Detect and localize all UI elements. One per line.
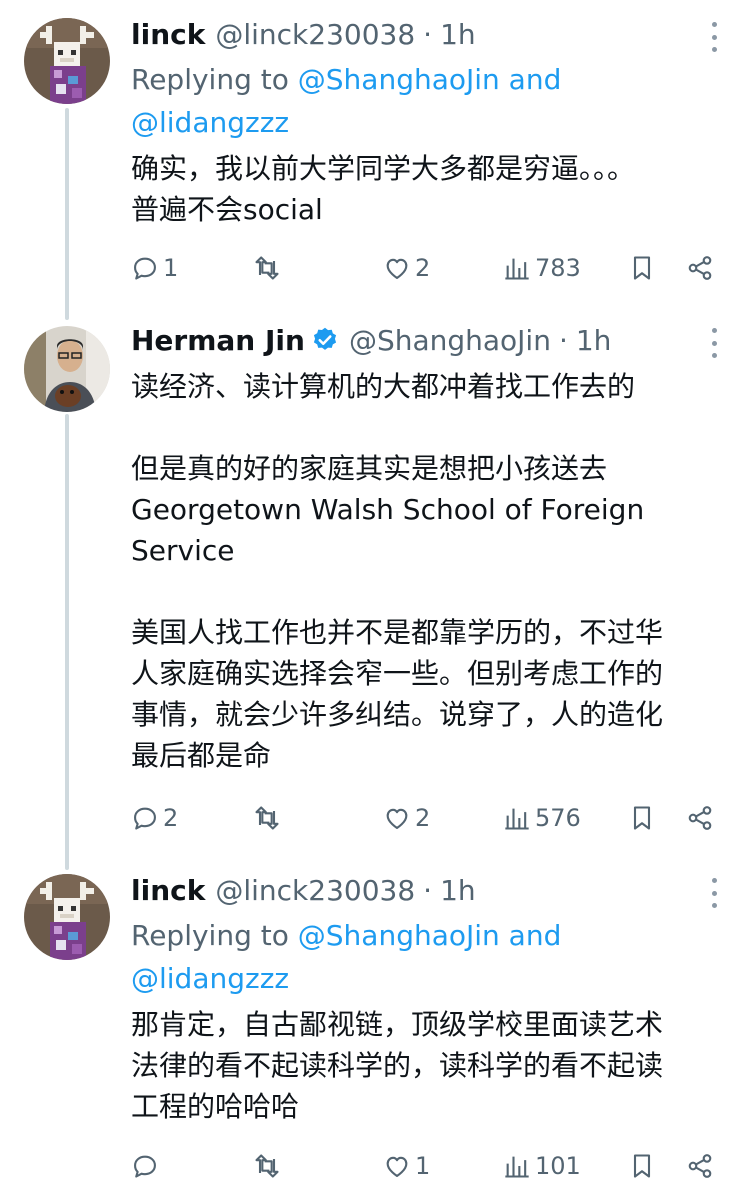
views-icon: [505, 1156, 529, 1178]
reply-count: 1: [163, 254, 179, 282]
retweet-icon: [255, 806, 279, 830]
bookmark-button[interactable]: [628, 248, 656, 288]
replying-to-continued: @lidangzzz: [131, 101, 289, 144]
action-bar: 1 2 783: [131, 248, 731, 288]
separator-dot: ·: [423, 873, 433, 907]
retweet-button[interactable]: [253, 248, 285, 288]
avatar[interactable]: [24, 18, 110, 104]
author-name[interactable]: linck: [131, 874, 205, 907]
tweet-line: 人家庭确实选择会窄一些。但别考虑工作的: [131, 657, 664, 690]
tweet-line: [131, 407, 731, 448]
tweet-line: 确实，我以前大学同学大多都是穷逼。。。: [131, 152, 636, 185]
share-icon: [688, 806, 712, 830]
replying-to: Replying to @ShanghaoJin and: [131, 914, 561, 957]
mention-link[interactable]: @ShanghaoJin and: [298, 63, 562, 96]
tweet-line: 读经济、读计算机的大都冲着找工作去的: [131, 370, 636, 403]
share-icon: [688, 256, 712, 280]
mention-link[interactable]: @lidangzzz: [131, 962, 289, 995]
like-count: 2: [415, 254, 431, 282]
more-icon[interactable]: [702, 878, 726, 908]
reply-count: 2: [163, 804, 179, 832]
timestamp[interactable]: 1h: [576, 324, 612, 357]
like-icon: [386, 808, 408, 829]
views-count: 101: [535, 1152, 581, 1180]
mention-link[interactable]: @ShanghaoJin and: [298, 919, 562, 952]
retweet-button[interactable]: [253, 798, 285, 838]
author-name[interactable]: linck: [131, 18, 205, 51]
author-handle[interactable]: @linck230038: [215, 18, 415, 51]
views-button[interactable]: 783: [503, 248, 581, 288]
timestamp[interactable]: 1h: [440, 18, 476, 51]
tweet-line: 工程的哈哈哈: [131, 1090, 300, 1123]
more-icon[interactable]: [702, 328, 726, 358]
views-count: 576: [535, 804, 581, 832]
tweet-line: 但是真的好的家庭其实是想把小孩送去: [131, 452, 608, 485]
like-count: 1: [415, 1152, 431, 1180]
replying-prefix: Replying to: [131, 919, 289, 952]
tweet[interactable]: linck @linck230038 · 1h Replying to @Sha…: [0, 14, 756, 304]
retweet-icon: [255, 1154, 279, 1178]
verified-icon: [313, 327, 337, 350]
like-button[interactable]: 2: [383, 248, 430, 288]
tweet[interactable]: Herman Jin @ShanghaoJin · 1h 读经济、读计算机的大都…: [0, 320, 756, 860]
tweet-text: 那肯定，自古鄙视链，顶级学校里面读艺术 法律的看不起读科学的，读科学的看不起读 …: [131, 1004, 731, 1127]
tweet-line: 美国人找工作也并不是都靠学历的，不过华: [131, 616, 664, 649]
bookmark-button[interactable]: [628, 1146, 656, 1186]
tweet-line: 普遍不会social: [131, 193, 323, 226]
replying-to: Replying to @ShanghaoJin and: [131, 58, 561, 101]
timestamp[interactable]: 1h: [440, 874, 476, 907]
author-name[interactable]: Herman Jin: [131, 324, 305, 357]
views-icon: [505, 258, 529, 280]
tweet-line: 法律的看不起读科学的，读科学的看不起读: [131, 1049, 664, 1082]
separator-dot: ·: [423, 17, 433, 51]
action-bar: 2 2 576: [131, 798, 731, 838]
share-icon: [688, 1154, 712, 1178]
tweet-line: [131, 571, 731, 612]
tweet-text: 确实，我以前大学同学大多都是穷逼。。。 普遍不会social: [131, 148, 731, 230]
tweet-text: 读经济、读计算机的大都冲着找工作去的 但是真的好的家庭其实是想把小孩送去 Geo…: [131, 366, 731, 776]
like-icon: [386, 1156, 408, 1177]
bookmark-icon: [633, 806, 651, 830]
retweet-icon: [255, 256, 279, 280]
action-bar: 1 101: [131, 1146, 731, 1186]
reply-button[interactable]: 2: [131, 798, 178, 838]
views-button[interactable]: 576: [503, 798, 581, 838]
reply-icon: [134, 1155, 156, 1178]
views-icon: [505, 808, 529, 830]
author-handle[interactable]: @linck230038: [215, 874, 415, 907]
author-handle[interactable]: @ShanghaoJin: [349, 324, 551, 357]
mention-link[interactable]: @lidangzzz: [131, 106, 289, 139]
replying-to-continued: @lidangzzz: [131, 957, 289, 1000]
views-count: 783: [535, 254, 581, 282]
tweet[interactable]: linck @linck230038 · 1h Replying to @Sha…: [0, 870, 756, 1200]
like-count: 2: [415, 804, 431, 832]
like-button[interactable]: 2: [383, 798, 430, 838]
bookmark-icon: [633, 1154, 651, 1178]
avatar[interactable]: [24, 874, 110, 960]
share-button[interactable]: [686, 1146, 714, 1186]
bookmark-button[interactable]: [628, 798, 656, 838]
reply-button[interactable]: 1: [131, 248, 178, 288]
reply-icon: [134, 257, 156, 280]
share-button[interactable]: [686, 798, 714, 838]
bookmark-icon: [633, 256, 651, 280]
like-button[interactable]: 1: [383, 1146, 430, 1186]
share-button[interactable]: [686, 248, 714, 288]
retweet-button[interactable]: [253, 1146, 285, 1186]
tweet-line: Georgetown Walsh School of Foreign: [131, 493, 645, 526]
reply-button[interactable]: [131, 1146, 163, 1186]
tweet-line: 事情，就会少许多纠结。说穿了，人的造化: [131, 698, 664, 731]
views-button[interactable]: 101: [503, 1146, 581, 1186]
avatar[interactable]: [24, 326, 110, 412]
separator-dot: ·: [558, 323, 568, 357]
replying-prefix: Replying to: [131, 63, 289, 96]
tweet-line: 最后都是命: [131, 739, 272, 772]
like-icon: [386, 258, 408, 279]
tweet-line: 那肯定，自古鄙视链，顶级学校里面读艺术: [131, 1008, 664, 1041]
reply-icon: [134, 807, 156, 830]
more-icon[interactable]: [702, 22, 726, 52]
tweet-line: Service: [131, 534, 235, 567]
